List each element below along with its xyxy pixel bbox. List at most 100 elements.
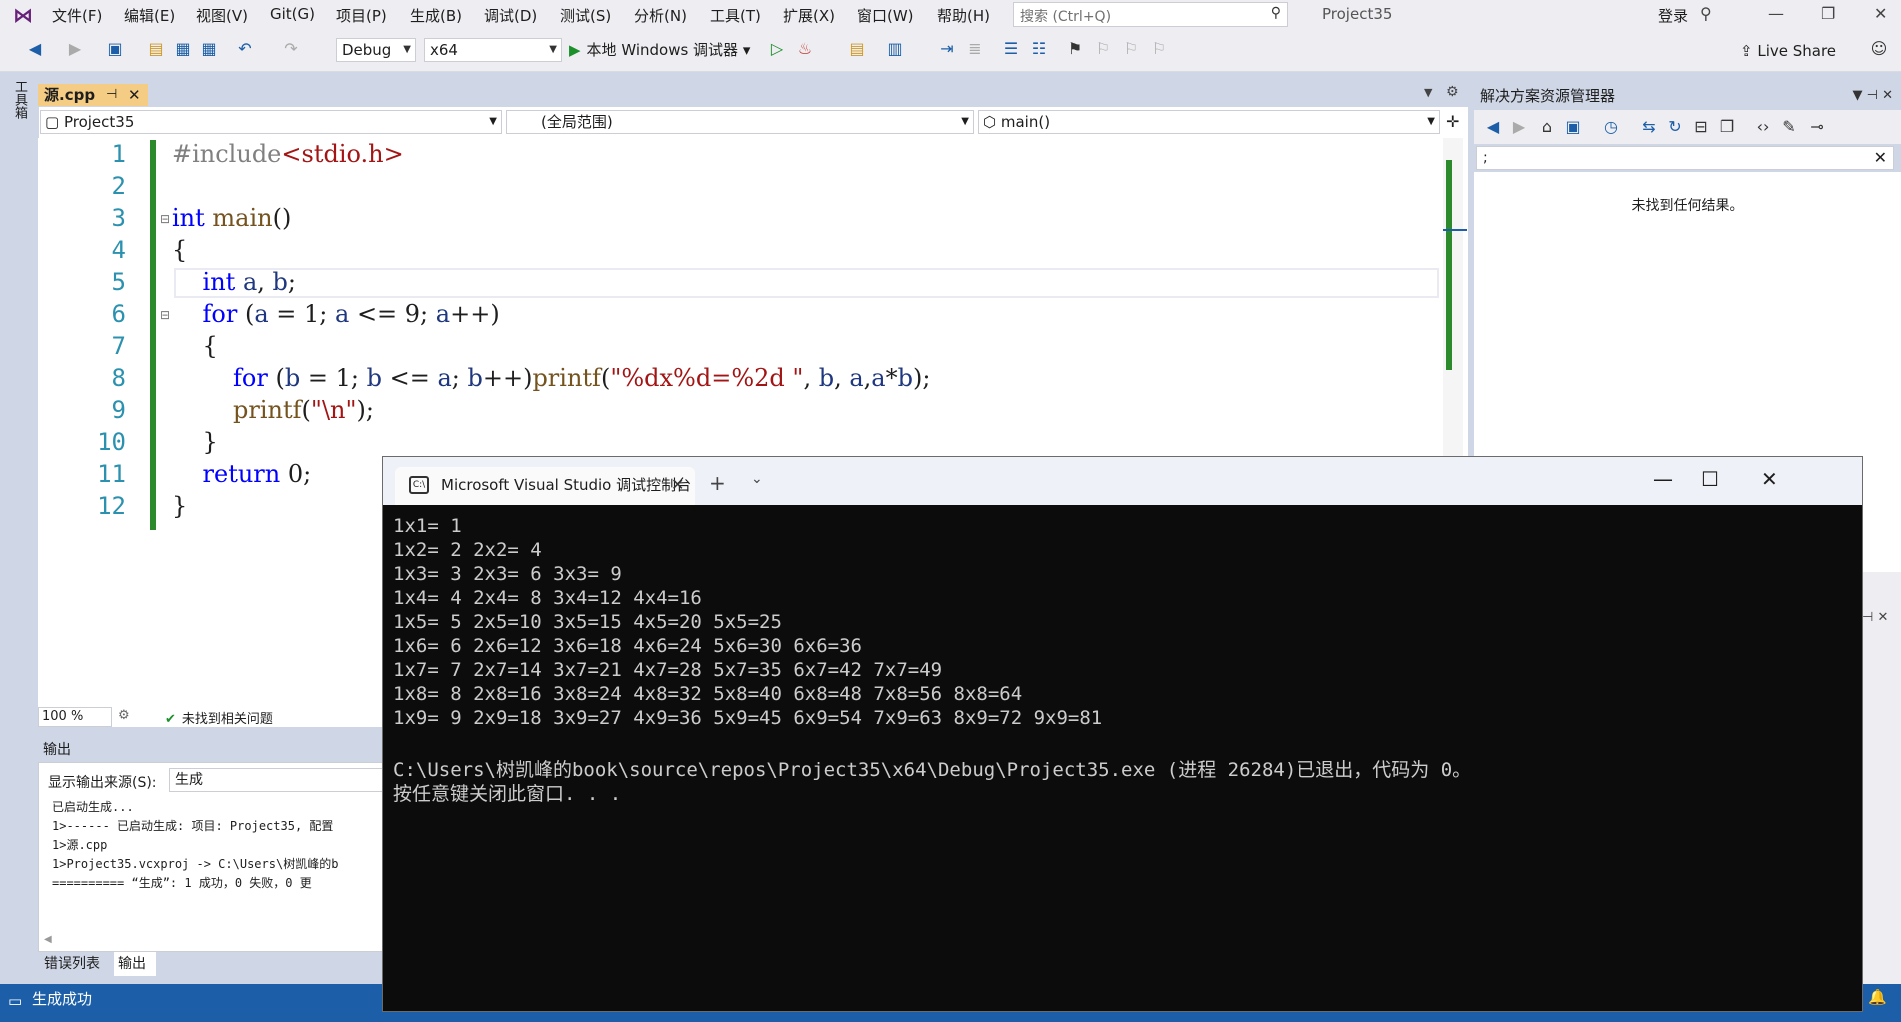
fold-toggle-icon[interactable]: ⊟: [160, 308, 170, 322]
new-tab-icon[interactable]: +: [709, 471, 726, 495]
debug-console-window[interactable]: C:\ Microsoft Visual Studio 调试控制台 ✕ + ⌄ …: [382, 456, 1863, 1012]
sync-icon[interactable]: ⇆: [1638, 114, 1660, 140]
prev-bookmark-icon[interactable]: ⚐: [1092, 36, 1114, 62]
console-tab[interactable]: C:\ Microsoft Visual Studio 调试控制台 ✕: [395, 467, 695, 505]
toolbox-tab[interactable]: 工具箱: [10, 80, 27, 119]
solution-search-input[interactable]: ; ✕: [1476, 146, 1894, 170]
redo-icon[interactable]: ↷: [280, 36, 302, 62]
close-icon[interactable]: ✕: [1874, 4, 1887, 23]
tab-error-list[interactable]: 错误列表: [38, 952, 110, 976]
line-number: 10: [97, 428, 126, 456]
code-line-4: {: [172, 236, 188, 264]
split-icon[interactable]: ✛: [1446, 112, 1459, 131]
settings-icon[interactable]: ⚙: [1446, 84, 1459, 100]
save-icon[interactable]: ▦: [172, 36, 194, 62]
fold-toggle-icon[interactable]: ⊟: [160, 212, 170, 226]
start-without-debugging-icon[interactable]: ▷: [766, 36, 788, 62]
panel-controls-icon[interactable]: ⊣ ✕: [1862, 610, 1888, 625]
preview-icon[interactable]: ⊸: [1806, 114, 1828, 140]
menu-extensions[interactable]: 扩展(X): [783, 5, 835, 26]
back-icon[interactable]: ◀: [24, 36, 46, 62]
forward-icon[interactable]: ▶: [1508, 114, 1530, 140]
close-tab-icon[interactable]: ✕: [671, 467, 684, 503]
next-bookmark-icon[interactable]: ⚐: [1120, 36, 1142, 62]
layout-icon[interactable]: ▥: [884, 36, 906, 62]
switch-views-icon[interactable]: ▣: [1562, 114, 1584, 140]
hot-reload-icon[interactable]: ♨: [794, 36, 816, 62]
console-line: 1x3= 3 2x3= 6 3x3= 9: [393, 563, 622, 585]
line-number: 11: [97, 460, 126, 488]
save-all-icon[interactable]: ▦: [198, 36, 220, 62]
notifications-icon[interactable]: 🔔: [1868, 988, 1892, 1012]
code-line-12: }: [172, 492, 188, 520]
menu-window[interactable]: 窗口(W): [857, 5, 914, 26]
visual-studio-logo-icon[interactable]: ⋈: [10, 3, 36, 27]
view-code-icon[interactable]: ‹›: [1752, 114, 1774, 140]
zoom-select[interactable]: 100 %: [38, 707, 112, 727]
admin-icon[interactable]: ⚲: [1700, 4, 1712, 23]
comment-icon[interactable]: ☰: [1000, 36, 1022, 62]
project-nav-select[interactable]: ▢ Project35 ▼: [40, 110, 502, 134]
clear-search-icon[interactable]: ✕: [1874, 147, 1887, 169]
member-nav-select[interactable]: ⬡ main() ▼: [978, 110, 1440, 134]
start-debugging-button[interactable]: ▶ 本地 Windows 调试器 ▾: [569, 38, 750, 62]
collapse-all-icon[interactable]: ⊟: [1690, 114, 1712, 140]
search-icon: ⚲: [1270, 5, 1281, 21]
minimize-icon[interactable]: —: [1768, 4, 1784, 23]
tab-output[interactable]: 输出: [114, 952, 156, 976]
menu-debug[interactable]: 调试(D): [484, 5, 537, 26]
menu-file[interactable]: 文件(F): [52, 5, 102, 26]
close-icon[interactable]: ✕: [1761, 467, 1778, 491]
menu-build[interactable]: 生成(B): [410, 5, 462, 26]
menu-analyze[interactable]: 分析(N): [634, 5, 687, 26]
bookmark-icon[interactable]: ⚑: [1064, 36, 1086, 62]
forward-icon[interactable]: ▶: [64, 36, 86, 62]
scope-nav-select[interactable]: (全局范围) ▼: [506, 110, 974, 134]
console-line: 1x4= 4 2x4= 8 3x4=12 4x4=16: [393, 587, 702, 609]
restore-icon[interactable]: ❐: [1821, 4, 1835, 23]
menu-view[interactable]: 视图(V): [196, 5, 248, 26]
properties-icon[interactable]: ✎: [1778, 114, 1800, 140]
maximize-icon[interactable]: ☐: [1701, 467, 1719, 491]
scroll-left-icon[interactable]: ◀: [44, 934, 52, 945]
configuration-select[interactable]: Debug ▼: [336, 38, 416, 62]
back-icon[interactable]: ◀: [1482, 114, 1504, 140]
console-line: C:\Users\树凯峰的book\source\repos\Project35…: [393, 759, 1472, 781]
menu-tools[interactable]: 工具(T): [710, 5, 761, 26]
home-icon[interactable]: ⌂: [1536, 114, 1558, 140]
solution-folder-icon[interactable]: ▤: [846, 36, 868, 62]
menu-help[interactable]: 帮助(H): [937, 5, 990, 26]
pin-icon[interactable]: ⊣: [106, 84, 117, 106]
undo-icon[interactable]: ↶: [234, 36, 256, 62]
tab-list-icon[interactable]: ▼: [1424, 86, 1432, 99]
show-all-files-icon[interactable]: ❐: [1716, 114, 1738, 140]
menu-git[interactable]: Git(G): [270, 5, 315, 23]
panel-controls-icon[interactable]: ▼ ⊣ ✕: [1853, 84, 1893, 108]
nav-member-value: main(): [1000, 113, 1051, 131]
menu-edit[interactable]: 编辑(E): [124, 5, 175, 26]
uncomment-icon[interactable]: ☷: [1028, 36, 1050, 62]
menu-test[interactable]: 测试(S): [560, 5, 611, 26]
refresh-icon[interactable]: ↻: [1664, 114, 1686, 140]
new-project-icon[interactable]: ▣: [104, 36, 126, 62]
minimize-icon[interactable]: —: [1653, 467, 1673, 491]
live-share-button[interactable]: ⇪ Live Share: [1740, 42, 1836, 60]
menu-project[interactable]: 项目(P): [336, 5, 387, 26]
issues-indicator[interactable]: ✔ 未找到相关问题: [165, 708, 273, 727]
open-file-icon[interactable]: ▤: [145, 36, 167, 62]
chevron-down-icon: ▼: [549, 44, 557, 55]
platform-select[interactable]: x64 ▼: [424, 38, 562, 62]
step-icon[interactable]: ⇥: [936, 36, 958, 62]
copilot-icon[interactable]: ⚙: [118, 708, 130, 723]
login-button[interactable]: 登录: [1658, 5, 1688, 26]
method-icon: ⬡: [983, 113, 1001, 131]
search-input[interactable]: 搜索 (Ctrl+Q) ⚲: [1013, 2, 1288, 27]
tab-source-cpp[interactable]: 源.cpp ⊣ ✕: [38, 84, 148, 106]
pending-changes-icon[interactable]: ◷: [1600, 114, 1622, 140]
feedback-icon[interactable]: ☺: [1868, 36, 1890, 62]
output-source-select[interactable]: 生成: [169, 768, 389, 792]
clear-bookmarks-icon[interactable]: ⚐: [1148, 36, 1170, 62]
close-tab-icon[interactable]: ✕: [128, 84, 141, 106]
chevron-down-icon[interactable]: ⌄: [751, 471, 763, 487]
format-icon[interactable]: ≣: [964, 36, 986, 62]
